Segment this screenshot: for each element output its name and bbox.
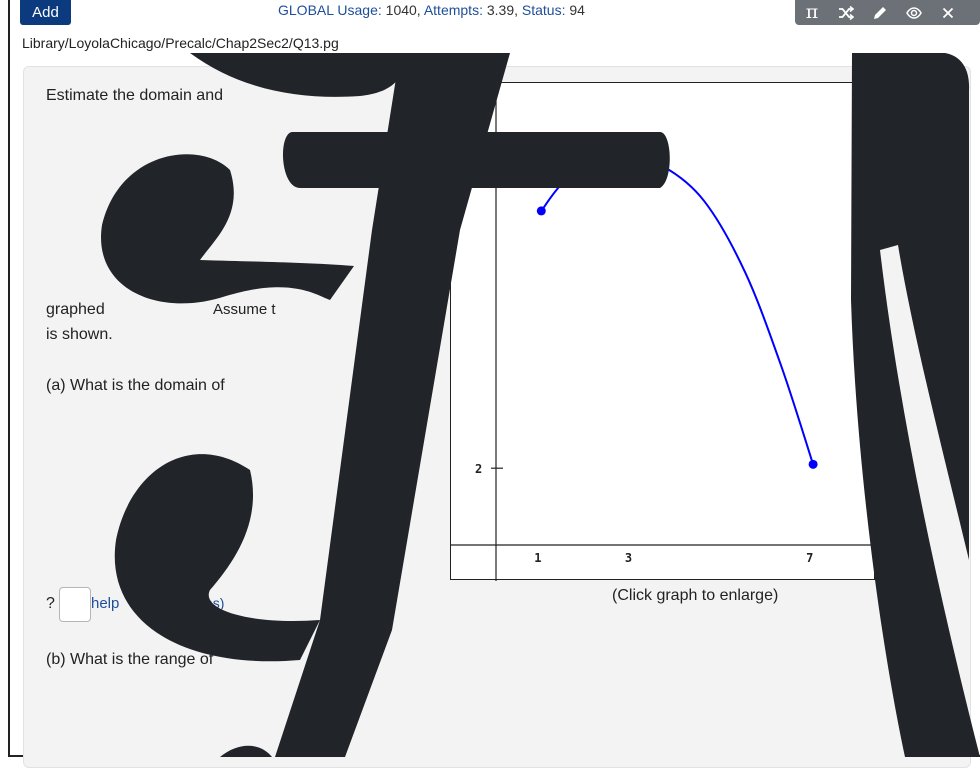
pi-icon[interactable]: π <box>795 0 829 25</box>
x-tick-label: 1 <box>534 551 541 565</box>
question-mark: ? <box>46 595 55 612</box>
usage-stats: GLOBAL Usage: 1040, Attempts: 3.39, Stat… <box>278 2 585 18</box>
status-label: Status: <box>521 2 566 18</box>
problem-graphed-text: graphed <box>46 301 105 318</box>
status-value: 94 <box>569 2 585 18</box>
close-icon[interactable] <box>931 0 965 25</box>
pi-symbol: π <box>805 1 819 23</box>
usage-label: GLOBAL Usage: <box>278 2 382 18</box>
pencil-icon[interactable] <box>863 0 897 25</box>
end-point <box>808 459 818 469</box>
graph-caption[interactable]: (Click graph to enlarge) <box>612 587 778 605</box>
problem-shown-text: is shown. <box>46 326 113 343</box>
start-point <box>536 206 546 216</box>
help-link[interactable]: help <box>91 595 119 612</box>
left-border <box>8 0 10 757</box>
x-tick-label: 3 <box>625 551 632 565</box>
problem-file-path: Library/LoyolaChicago/Precalc/Chap2Sec2/… <box>22 35 339 51</box>
pencil-glyph <box>874 6 886 19</box>
y-tick-label: 2 <box>475 462 482 476</box>
question-b: (b) What is the range of <box>46 651 214 668</box>
graph-canvas: 1 3 7 2 <box>451 83 876 581</box>
function-curve <box>540 159 815 465</box>
x-tick-label: 7 <box>806 551 813 565</box>
close-glyph <box>942 7 954 18</box>
function-graph[interactable]: 1 3 7 2 <box>450 82 876 581</box>
domain-answer-input[interactable] <box>59 587 91 622</box>
eye-icon[interactable] <box>897 0 931 25</box>
eye-glyph <box>906 6 922 19</box>
problem-toolbar: π <box>795 0 980 25</box>
attempts-label: Attempts: <box>423 2 483 18</box>
add-button[interactable]: Add <box>20 0 71 25</box>
help-suffix: es) <box>205 595 225 611</box>
problem-intro: Estimate the domain and <box>46 87 223 104</box>
shuffle-icon[interactable] <box>829 0 863 25</box>
question-a: (a) What is the domain of <box>46 377 225 394</box>
problem-assume-text: Assume t <box>213 301 276 318</box>
attempts-value: 3.39, <box>486 2 518 18</box>
usage-value: 1040, <box>385 2 421 18</box>
shuffle-glyph <box>839 5 854 20</box>
